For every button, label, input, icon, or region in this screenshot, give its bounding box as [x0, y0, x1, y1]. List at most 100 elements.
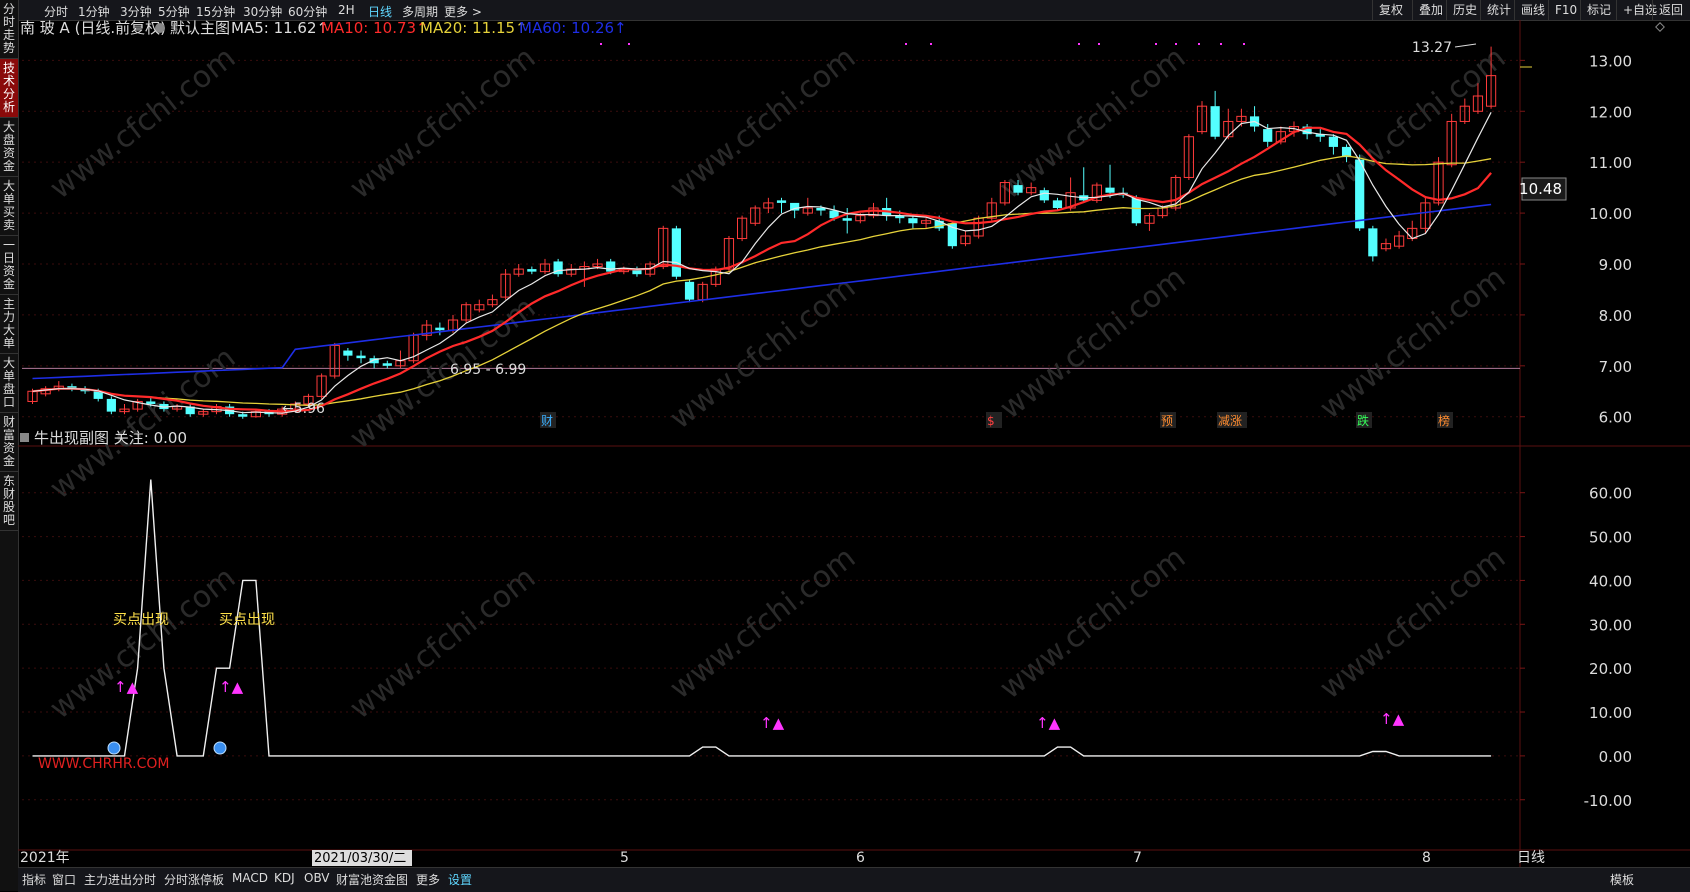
- candle-body: [1105, 187, 1115, 193]
- bottom-tab[interactable]: OBV: [304, 871, 330, 885]
- candle-body: [106, 398, 116, 412]
- y-tick-label: 10.00: [1589, 704, 1632, 722]
- bottom-tab[interactable]: 财富池资金图: [336, 871, 408, 888]
- buy-label: 买点出现: [219, 612, 275, 628]
- bottom-tab[interactable]: 更多: [416, 871, 440, 888]
- candle-body: [671, 228, 681, 277]
- bottom-tab[interactable]: 窗口: [52, 871, 76, 888]
- candle-body: [1013, 185, 1023, 193]
- watermark: www.cfchi.com: [993, 540, 1192, 706]
- candle-body: [356, 355, 366, 359]
- y-tick-label: 10.00: [1589, 205, 1632, 223]
- ball-icon: [213, 741, 227, 755]
- candle-body: [606, 261, 616, 272]
- candle-body: [527, 269, 537, 272]
- buy-arrow-icon: ↑▲: [1380, 710, 1405, 728]
- ma20-label: MA20: 11.15↑: [420, 19, 528, 37]
- watermark: www.cfchi.com: [1313, 540, 1512, 706]
- buy-arrow-icon: ↑▲: [219, 678, 244, 696]
- collapse-icon: [1655, 22, 1665, 32]
- stock-title: 南 玻 A (日线.前复权): [20, 19, 166, 37]
- candle-body: [908, 218, 918, 224]
- candle-body: [816, 208, 826, 211]
- watermark: www.cfchi.com: [663, 40, 862, 206]
- bottom-tab[interactable]: 设置: [448, 871, 472, 888]
- candle-body: [1052, 200, 1063, 208]
- candle-body: [1355, 159, 1365, 229]
- candle-body: [1039, 190, 1049, 201]
- watermark: www.cfchi.com: [43, 40, 242, 206]
- y-tick-label: 9.00: [1599, 256, 1632, 274]
- signal-dot: [930, 43, 932, 45]
- candle-body: [842, 218, 852, 221]
- watermark: www.cfchi.com: [993, 260, 1192, 426]
- candle-body: [343, 350, 353, 356]
- signal-dot: [1098, 43, 1100, 45]
- y-tick-label: 20.00: [1589, 660, 1632, 678]
- signal-dot: [1175, 43, 1177, 45]
- signal-dot: [1220, 43, 1222, 45]
- buy-arrow-icon: ↑▲: [1036, 714, 1061, 732]
- sub-dot: [20, 433, 29, 442]
- y-tick-label: 50.00: [1589, 529, 1632, 547]
- cursor-date: 2021/03/30/二: [314, 851, 406, 866]
- bottom-tab[interactable]: 分时涨停板: [164, 871, 224, 888]
- candle-body: [146, 401, 156, 404]
- chart-area: 6.00 7.00 8.00 9.00 10.00 11.00 12.00 13.00 www.…: [18, 19, 1690, 867]
- bottom-tab[interactable]: KDJ: [274, 871, 295, 885]
- candle-body: [1263, 129, 1273, 142]
- template-button[interactable]: 模板: [1610, 871, 1634, 888]
- ma5-label: MA5: 11.62↑: [231, 19, 329, 37]
- x-month-label: 6: [856, 850, 865, 866]
- watermark: www.cfchi.com: [993, 40, 1192, 206]
- y-tick-label: 12.00: [1589, 103, 1632, 121]
- candle-body: [1210, 106, 1220, 137]
- signal-dot: [1243, 43, 1245, 45]
- signal-dot: [1078, 43, 1080, 45]
- candle-body: [1368, 228, 1378, 257]
- low-label: ←5.96: [282, 401, 325, 417]
- price-tag: 10.48: [1519, 180, 1562, 198]
- watermark: www.cfchi.com: [663, 540, 862, 706]
- bottom-tab[interactable]: 主力进出分时: [84, 871, 156, 888]
- event-marker: 预: [1161, 414, 1173, 428]
- sub-title: 牛出现副图 关注: 0.00: [34, 429, 187, 447]
- candle-body: [1131, 197, 1141, 224]
- signal-dot: [600, 43, 602, 45]
- range-label: 6.95 - 6.99: [450, 362, 526, 378]
- event-marker: $: [987, 414, 995, 428]
- signal-dot: [628, 43, 630, 45]
- candle-body: [435, 327, 445, 331]
- y-tick-label: 8.00: [1599, 307, 1632, 325]
- event-marker: 榜: [1438, 413, 1450, 428]
- x-label-right: 日线: [1517, 850, 1545, 866]
- event-marker: 减涨: [1218, 413, 1242, 428]
- y-tick-label: 30.00: [1589, 616, 1632, 634]
- y-tick-label: 0.00: [1599, 748, 1632, 766]
- x-label-start: 2021年: [20, 850, 70, 866]
- ma10-label: MA10: 10.73↑: [321, 19, 429, 37]
- buy-arrow-icon: ↑▲: [760, 714, 785, 732]
- x-month-label: 5: [620, 850, 629, 866]
- buy-arrow-icon: ↑▲: [114, 678, 139, 696]
- signal-dot: [905, 43, 907, 45]
- template-dot: [155, 23, 165, 33]
- ball-icon: [107, 741, 121, 755]
- event-marker: 跌: [1357, 413, 1369, 428]
- x-month-label: 8: [1422, 850, 1431, 866]
- ma60-label: MA60: 10.26↑: [519, 19, 627, 37]
- x-month-label: 7: [1133, 850, 1142, 866]
- bottom-tab[interactable]: 指标: [22, 871, 46, 888]
- bottom-tab[interactable]: MACD: [232, 871, 268, 885]
- y-tick-label: 40.00: [1589, 572, 1632, 590]
- y-tick-label: -10.00: [1584, 792, 1632, 810]
- signal-dot: [1155, 43, 1157, 45]
- watermark: www.cfchi.com: [43, 340, 242, 506]
- watermark: www.cfchi.com: [343, 560, 542, 726]
- candle-body: [684, 281, 695, 300]
- event-marker: 财: [541, 414, 553, 428]
- y-tick-label: 6.00: [1599, 409, 1632, 427]
- bottom-bar: 指标 窗口 主力进出分时 分时涨停板 MACD KDJ OBV 财富池资金图 更多 设置 模板: [18, 867, 1690, 892]
- high-arrow: [1454, 43, 1477, 48]
- logo-text: WWW.CHRHR.COM: [38, 756, 169, 772]
